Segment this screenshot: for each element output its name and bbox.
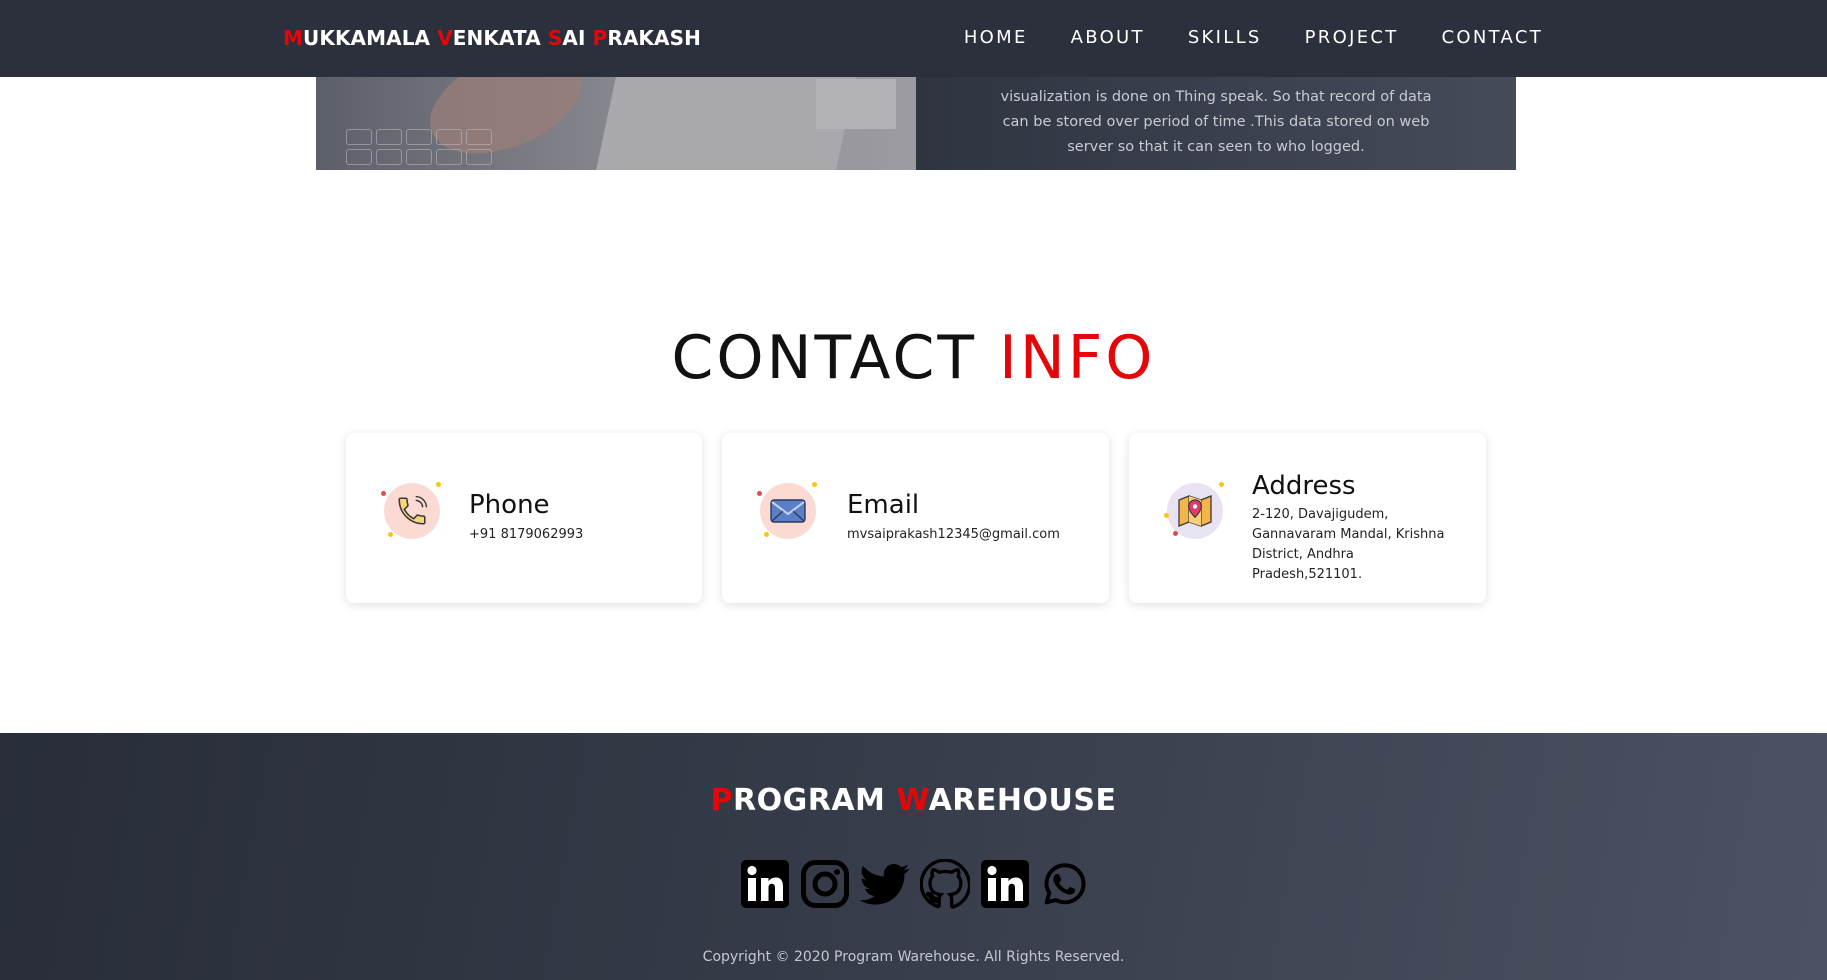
brand-initial: V <box>437 26 453 50</box>
brand-word: AI <box>562 26 593 50</box>
brand-logo[interactable]: MUKKAMALA VENKATA SAI PRAKASH <box>283 26 701 50</box>
brand-initial: P <box>592 26 608 50</box>
nav-skills-link[interactable]: SKILLS <box>1188 27 1262 48</box>
brand-word: RAKASH <box>607 26 701 50</box>
github-icon[interactable] <box>920 859 970 909</box>
footer-brand-initial: P <box>710 783 733 818</box>
project-description-line: can be stored over period of time .This … <box>1002 114 1430 130</box>
email-label: Email <box>847 490 920 520</box>
footer-brand-initial: W <box>896 783 929 818</box>
main-nav: HOME ABOUT SKILLS PROJECT CONTACT <box>964 27 1543 48</box>
map-pin-icon <box>1164 482 1224 539</box>
navbar: MUKKAMALA VENKATA SAI PRAKASH HOME ABOUT… <box>0 0 1827 77</box>
nav-project-link[interactable]: PROJECT <box>1305 27 1399 48</box>
project-card: visualization is done on Thing speak. So… <box>316 77 1516 170</box>
linkedin-icon[interactable] <box>980 859 1030 909</box>
linkedin-icon[interactable] <box>740 859 790 909</box>
project-description: visualization is done on Thing speak. So… <box>916 77 1516 170</box>
page: MUKKAMALA VENKATA SAI PRAKASH HOME ABOUT… <box>0 0 1827 980</box>
whatsapp-icon[interactable] <box>1040 859 1090 909</box>
contact-title-main: CONTACT <box>671 323 1000 393</box>
envelope-icon <box>757 482 817 539</box>
nav-about-link[interactable]: ABOUT <box>1071 27 1145 48</box>
brand-word: ENKATA <box>452 26 548 50</box>
copyright-text: Copyright © 2020 Program Warehouse. All … <box>702 949 1125 965</box>
footer-brand: PROGRAM WAREHOUSE <box>0 783 1827 818</box>
email-value[interactable]: mvsaiprakash12345@gmail.com <box>847 525 1060 545</box>
nav-contact-link[interactable]: CONTACT <box>1442 27 1543 48</box>
project-image-note <box>816 79 896 129</box>
brand-initial: S <box>547 26 563 50</box>
footer: PROGRAM WAREHOUSE Copyright © 2020 Progr… <box>0 733 1827 980</box>
instagram-icon[interactable] <box>800 859 850 909</box>
social-links <box>740 859 1090 909</box>
project-image <box>316 77 916 170</box>
twitter-icon[interactable] <box>860 859 910 909</box>
brand-initial: M <box>283 26 304 50</box>
project-image-keyboard <box>346 129 492 165</box>
email-card: Email mvsaiprakash12345@gmail.com <box>722 433 1109 603</box>
phone-card: Phone +91 8179062993 <box>346 433 702 603</box>
address-value: 2-120, Davajigudem, Gannavaram Mandal, K… <box>1252 507 1445 582</box>
brand-word: UKKAMALA <box>303 26 438 50</box>
contact-title-accent: INFO <box>999 323 1156 393</box>
contact-section-title: CONTACT INFO <box>0 323 1827 393</box>
project-description-line: server so that it can seen to who logged… <box>1067 139 1365 155</box>
address-card: Address 2-120, Davajigudem, Gannavaram M… <box>1129 433 1486 603</box>
phone-icon <box>381 482 441 539</box>
phone-label: Phone <box>469 490 550 520</box>
project-description-line: visualization is done on Thing speak. So… <box>1000 89 1432 105</box>
footer-brand-word: AREHOUSE <box>928 783 1117 818</box>
footer-brand-word: ROGRAM <box>733 783 897 818</box>
nav-home-link[interactable]: HOME <box>964 27 1028 48</box>
phone-value[interactable]: +91 8179062993 <box>469 525 583 545</box>
address-label: Address <box>1252 471 1356 501</box>
